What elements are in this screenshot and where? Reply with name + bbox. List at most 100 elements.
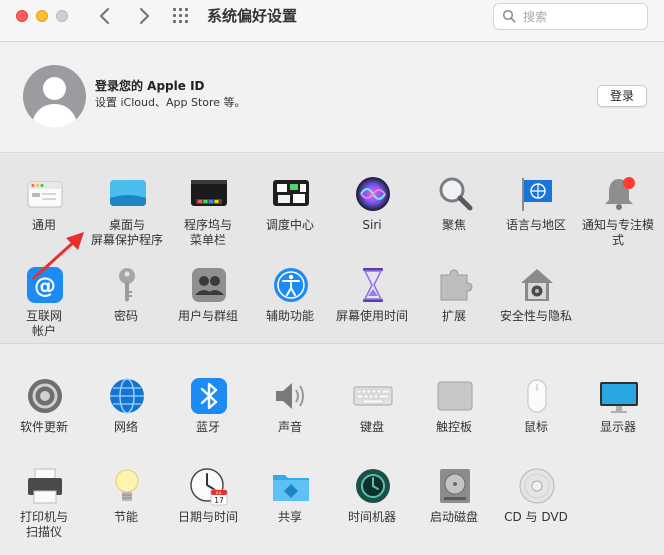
trackpad-icon <box>437 381 473 411</box>
pref-startup-disk[interactable]: 启动磁盘 <box>413 466 495 546</box>
sharing-icon <box>273 475 309 501</box>
pref-label: 触控板 <box>435 420 472 434</box>
pref-label: 网络 <box>113 420 138 434</box>
pref-label: 调度中心 <box>265 218 314 232</box>
software-update-icon <box>28 379 62 413</box>
pref-label: 桌面与 屏幕保护程序 <box>90 218 163 247</box>
pref-energy-saver[interactable]: 节能 <box>85 466 167 546</box>
pref-label: 时间机器 <box>347 510 396 524</box>
back-button[interactable] <box>93 4 119 28</box>
calendar-month: JUL <box>215 490 223 495</box>
date-time-icon: JUL 17 <box>190 468 228 506</box>
pref-label: 密码 <box>113 309 138 323</box>
system-preferences-window: 系统偏好设置 搜索 登录您的 Apple ID 设置 iCloud、App St… <box>0 0 664 555</box>
pref-mouse[interactable]: 鼠标 <box>495 376 577 456</box>
chevron-left-icon <box>100 8 109 24</box>
pref-label: 辅助功能 <box>265 309 314 323</box>
security-privacy-icon <box>521 269 553 301</box>
pref-language-region[interactable]: 语言与地区 <box>495 174 577 254</box>
search-field[interactable]: 搜索 <box>493 3 648 30</box>
avatar[interactable] <box>23 65 86 128</box>
pref-cd-dvd[interactable]: CD 与 DVD <box>495 466 577 546</box>
pref-spotlight[interactable]: 聚焦 <box>413 174 495 254</box>
pref-label: 软件更新 <box>19 420 68 434</box>
users-groups-icon <box>192 268 226 302</box>
chevron-right-icon <box>140 8 149 24</box>
pref-siri[interactable]: Siri <box>331 174 413 254</box>
pref-printers-scanners[interactable]: 打印机与 扫描仪 <box>3 466 85 546</box>
printers-scanners-icon <box>28 468 62 504</box>
mouse-icon <box>527 379 547 413</box>
pref-passwords[interactable]: 密码 <box>85 265 167 345</box>
pref-extensions[interactable]: 扩展 <box>413 265 495 345</box>
zoom-button[interactable] <box>56 10 68 22</box>
minimize-button[interactable] <box>36 10 48 22</box>
pref-keyboard[interactable]: 键盘 <box>331 376 413 456</box>
pref-label: 程序坞与 菜单栏 <box>183 218 232 247</box>
pref-dock-menubar[interactable]: 程序坞与 菜单栏 <box>167 174 249 254</box>
spotlight-icon <box>439 177 473 211</box>
search-placeholder: 搜索 <box>523 10 548 24</box>
show-all-button[interactable] <box>171 8 195 24</box>
accessibility-icon <box>274 268 308 302</box>
pref-mission-control[interactable]: 调度中心 <box>249 174 331 254</box>
siri-icon <box>356 177 390 211</box>
pref-label: 互联网 帐户 <box>25 309 62 338</box>
login-button[interactable]: 登录 <box>597 85 647 107</box>
extensions-icon <box>440 269 473 301</box>
language-region-icon <box>522 178 552 211</box>
pref-label: 日期与时间 <box>177 510 238 524</box>
pref-time-machine[interactable]: 时间机器 <box>331 466 413 546</box>
search-icon <box>502 9 516 23</box>
pref-date-time[interactable]: JUL 17 日期与时间 <box>167 466 249 546</box>
dock-menubar-icon <box>191 180 227 206</box>
pref-label: 蓝牙 <box>195 420 220 434</box>
title-bar: 系统偏好设置 搜索 <box>0 0 664 42</box>
keyboard-icon <box>353 386 393 406</box>
pref-software-update[interactable]: 软件更新 <box>3 376 85 456</box>
notifications-icon <box>605 177 635 210</box>
displays-icon <box>600 382 638 413</box>
passwords-icon <box>119 268 135 302</box>
sound-icon <box>276 383 304 409</box>
pref-label: 鼠标 <box>523 420 548 434</box>
pref-network[interactable]: 网络 <box>85 376 167 456</box>
network-icon <box>110 378 144 414</box>
pref-label: 用户与群组 <box>177 309 238 323</box>
close-button[interactable] <box>16 10 28 22</box>
forward-button[interactable] <box>132 4 158 28</box>
pref-label: 屏幕使用时间 <box>335 309 408 323</box>
pref-label: 扩展 <box>441 309 466 323</box>
pref-trackpad[interactable]: 触控板 <box>413 376 495 456</box>
apple-id-subtitle: 设置 iCloud、App Store 等。 <box>95 96 246 109</box>
pref-displays[interactable]: 显示器 <box>577 376 659 456</box>
pref-sharing[interactable]: 共享 <box>249 466 331 546</box>
pref-bluetooth[interactable]: 蓝牙 <box>167 376 249 456</box>
calendar-day: 17 <box>214 496 224 505</box>
pref-label: 显示器 <box>599 420 636 434</box>
personal-preferences-section: 通用 桌面与 屏幕保护程序 程序坞与 菜单栏 调度中心 Siri 聚焦 语言与地… <box>0 154 664 344</box>
energy-saver-icon <box>115 469 139 501</box>
pref-label: 打印机与 扫描仪 <box>19 510 68 539</box>
pref-label: 安全性与隐私 <box>499 309 572 323</box>
pref-users-groups[interactable]: 用户与群组 <box>167 265 249 345</box>
annotation-arrow-icon <box>32 232 84 280</box>
pref-label: 键盘 <box>359 420 384 434</box>
desktop-screensaver-icon <box>110 180 146 206</box>
pref-label: 声音 <box>277 420 302 434</box>
pref-notifications[interactable]: 通知与专注模式 <box>577 174 659 254</box>
pref-accessibility[interactable]: 辅助功能 <box>249 265 331 345</box>
pref-label: 节能 <box>113 510 138 524</box>
pref-screen-time[interactable]: 屏幕使用时间 <box>331 265 413 345</box>
pref-desktop-screensaver[interactable]: 桌面与 屏幕保护程序 <box>86 174 168 254</box>
window-title: 系统偏好设置 <box>207 7 298 25</box>
bluetooth-icon <box>191 378 227 414</box>
pref-label: CD 与 DVD <box>504 510 568 524</box>
apple-id-title: 登录您的 Apple ID <box>95 79 205 93</box>
mission-control-icon <box>273 180 309 206</box>
pref-label: 语言与地区 <box>505 218 566 232</box>
apple-id-section: 登录您的 Apple ID 设置 iCloud、App Store 等。 登录 <box>0 43 664 153</box>
pref-sound[interactable]: 声音 <box>249 376 331 456</box>
pref-security-privacy[interactable]: 安全性与隐私 <box>495 265 577 345</box>
time-machine-icon <box>356 469 390 503</box>
